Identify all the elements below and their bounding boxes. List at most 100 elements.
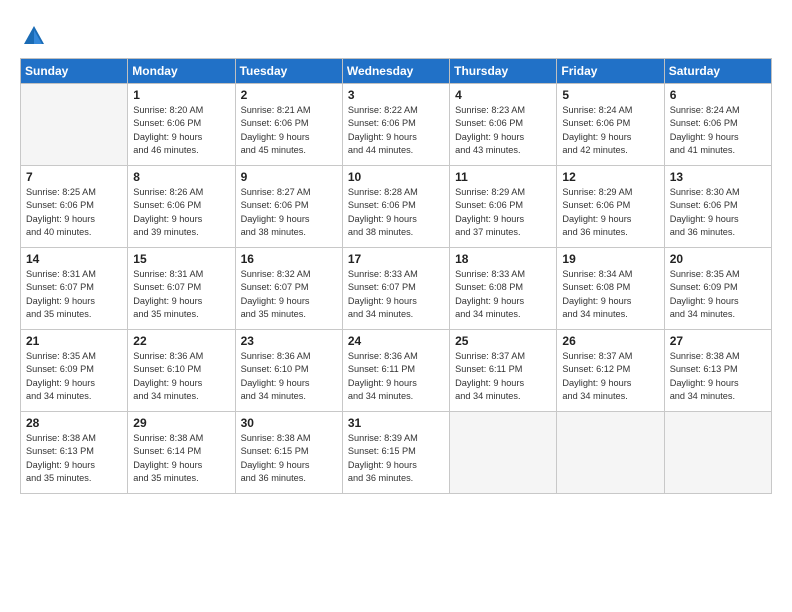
day-cell — [450, 412, 557, 494]
day-number: 9 — [241, 170, 337, 184]
day-cell: 8 Sunrise: 8:26 AMSunset: 6:06 PMDaylight… — [128, 166, 235, 248]
day-number: 25 — [455, 334, 551, 348]
day-cell: 30 Sunrise: 8:38 AMSunset: 6:15 PMDayligh… — [235, 412, 342, 494]
day-cell: 20 Sunrise: 8:35 AMSunset: 6:09 PMDayligh… — [664, 248, 771, 330]
day-info: Sunrise: 8:29 AMSunset: 6:06 PMDaylight:… — [562, 186, 658, 239]
day-info: Sunrise: 8:31 AMSunset: 6:07 PMDaylight:… — [133, 268, 229, 321]
day-cell: 6 Sunrise: 8:24 AMSunset: 6:06 PMDaylight… — [664, 84, 771, 166]
day-number: 27 — [670, 334, 766, 348]
day-cell: 9 Sunrise: 8:27 AMSunset: 6:06 PMDaylight… — [235, 166, 342, 248]
day-cell: 15 Sunrise: 8:31 AMSunset: 6:07 PMDayligh… — [128, 248, 235, 330]
day-cell: 22 Sunrise: 8:36 AMSunset: 6:10 PMDayligh… — [128, 330, 235, 412]
day-info: Sunrise: 8:36 AMSunset: 6:10 PMDaylight:… — [133, 350, 229, 403]
weekday-header-monday: Monday — [128, 59, 235, 84]
day-info: Sunrise: 8:36 AMSunset: 6:11 PMDaylight:… — [348, 350, 444, 403]
weekday-header-friday: Friday — [557, 59, 664, 84]
day-number: 22 — [133, 334, 229, 348]
day-info: Sunrise: 8:39 AMSunset: 6:15 PMDaylight:… — [348, 432, 444, 485]
day-cell: 1Sunrise: 8:20 AMSunset: 6:06 PMDaylight… — [128, 84, 235, 166]
week-row-1: 1Sunrise: 8:20 AMSunset: 6:06 PMDaylight… — [21, 84, 772, 166]
day-info: Sunrise: 8:38 AMSunset: 6:13 PMDaylight:… — [670, 350, 766, 403]
header — [20, 18, 772, 50]
day-info: Sunrise: 8:24 AMSunset: 6:06 PMDaylight:… — [670, 104, 766, 157]
day-number: 5 — [562, 88, 658, 102]
day-number: 18 — [455, 252, 551, 266]
day-cell: 24Sunrise: 8:36 AMSunset: 6:11 PMDayligh… — [342, 330, 449, 412]
day-number: 15 — [133, 252, 229, 266]
day-cell: 10 Sunrise: 8:28 AMSunset: 6:06 PMDayligh… — [342, 166, 449, 248]
day-cell: 23Sunrise: 8:36 AMSunset: 6:10 PMDayligh… — [235, 330, 342, 412]
day-cell: 13 Sunrise: 8:30 AMSunset: 6:06 PMDayligh… — [664, 166, 771, 248]
day-info: Sunrise: 8:33 AMSunset: 6:07 PMDaylight:… — [348, 268, 444, 321]
day-info: Sunrise: 8:23 AMSunset: 6:06 PMDaylight:… — [455, 104, 551, 157]
day-cell — [21, 84, 128, 166]
weekday-header-row: SundayMondayTuesdayWednesdayThursdayFrid… — [21, 59, 772, 84]
day-number: 12 — [562, 170, 658, 184]
day-info: Sunrise: 8:26 AMSunset: 6:06 PMDaylight:… — [133, 186, 229, 239]
day-number: 11 — [455, 170, 551, 184]
day-cell: 19 Sunrise: 8:34 AMSunset: 6:08 PMDayligh… — [557, 248, 664, 330]
day-info: Sunrise: 8:22 AMSunset: 6:06 PMDaylight:… — [348, 104, 444, 157]
day-cell: 14 Sunrise: 8:31 AMSunset: 6:07 PMDayligh… — [21, 248, 128, 330]
day-cell: 2 Sunrise: 8:21 AMSunset: 6:06 PMDaylight… — [235, 84, 342, 166]
day-cell: 17 Sunrise: 8:33 AMSunset: 6:07 PMDayligh… — [342, 248, 449, 330]
day-number: 13 — [670, 170, 766, 184]
page: SundayMondayTuesdayWednesdayThursdayFrid… — [0, 0, 792, 612]
calendar-table: SundayMondayTuesdayWednesdayThursdayFrid… — [20, 58, 772, 494]
day-cell: 27 Sunrise: 8:38 AMSunset: 6:13 PMDayligh… — [664, 330, 771, 412]
day-number: 28 — [26, 416, 122, 430]
day-info: Sunrise: 8:34 AMSunset: 6:08 PMDaylight:… — [562, 268, 658, 321]
day-number: 29 — [133, 416, 229, 430]
day-number: 30 — [241, 416, 337, 430]
week-row-4: 21 Sunrise: 8:35 AMSunset: 6:09 PMDayligh… — [21, 330, 772, 412]
day-info: Sunrise: 8:35 AMSunset: 6:09 PMDaylight:… — [670, 268, 766, 321]
day-number: 21 — [26, 334, 122, 348]
day-cell: 16Sunrise: 8:32 AMSunset: 6:07 PMDayligh… — [235, 248, 342, 330]
day-info: Sunrise: 8:35 AMSunset: 6:09 PMDaylight:… — [26, 350, 122, 403]
day-number: 26 — [562, 334, 658, 348]
day-cell: 11Sunrise: 8:29 AMSunset: 6:06 PMDayligh… — [450, 166, 557, 248]
day-number: 14 — [26, 252, 122, 266]
day-number: 31 — [348, 416, 444, 430]
day-number: 10 — [348, 170, 444, 184]
day-number: 7 — [26, 170, 122, 184]
day-info: Sunrise: 8:30 AMSunset: 6:06 PMDaylight:… — [670, 186, 766, 239]
day-cell: 29 Sunrise: 8:38 AMSunset: 6:14 PMDayligh… — [128, 412, 235, 494]
logo-icon — [20, 22, 48, 50]
day-info: Sunrise: 8:28 AMSunset: 6:06 PMDaylight:… — [348, 186, 444, 239]
day-cell: 28 Sunrise: 8:38 AMSunset: 6:13 PMDayligh… — [21, 412, 128, 494]
day-cell: 12 Sunrise: 8:29 AMSunset: 6:06 PMDayligh… — [557, 166, 664, 248]
day-cell: 31 Sunrise: 8:39 AMSunset: 6:15 PMDayligh… — [342, 412, 449, 494]
day-cell: 5Sunrise: 8:24 AMSunset: 6:06 PMDaylight… — [557, 84, 664, 166]
day-number: 20 — [670, 252, 766, 266]
weekday-header-thursday: Thursday — [450, 59, 557, 84]
day-info: Sunrise: 8:38 AMSunset: 6:15 PMDaylight:… — [241, 432, 337, 485]
day-info: Sunrise: 8:37 AMSunset: 6:12 PMDaylight:… — [562, 350, 658, 403]
day-info: Sunrise: 8:27 AMSunset: 6:06 PMDaylight:… — [241, 186, 337, 239]
day-cell: 7Sunrise: 8:25 AMSunset: 6:06 PMDaylight… — [21, 166, 128, 248]
day-number: 19 — [562, 252, 658, 266]
day-cell: 18 Sunrise: 8:33 AMSunset: 6:08 PMDayligh… — [450, 248, 557, 330]
day-info: Sunrise: 8:37 AMSunset: 6:11 PMDaylight:… — [455, 350, 551, 403]
day-info: Sunrise: 8:21 AMSunset: 6:06 PMDaylight:… — [241, 104, 337, 157]
day-cell: 26 Sunrise: 8:37 AMSunset: 6:12 PMDayligh… — [557, 330, 664, 412]
day-number: 17 — [348, 252, 444, 266]
day-number: 3 — [348, 88, 444, 102]
day-number: 1 — [133, 88, 229, 102]
day-number: 23 — [241, 334, 337, 348]
day-info: Sunrise: 8:31 AMSunset: 6:07 PMDaylight:… — [26, 268, 122, 321]
day-info: Sunrise: 8:32 AMSunset: 6:07 PMDaylight:… — [241, 268, 337, 321]
weekday-header-tuesday: Tuesday — [235, 59, 342, 84]
day-info: Sunrise: 8:33 AMSunset: 6:08 PMDaylight:… — [455, 268, 551, 321]
day-number: 8 — [133, 170, 229, 184]
day-info: Sunrise: 8:38 AMSunset: 6:13 PMDaylight:… — [26, 432, 122, 485]
day-number: 2 — [241, 88, 337, 102]
weekday-header-saturday: Saturday — [664, 59, 771, 84]
day-cell: 25 Sunrise: 8:37 AMSunset: 6:11 PMDayligh… — [450, 330, 557, 412]
day-info: Sunrise: 8:38 AMSunset: 6:14 PMDaylight:… — [133, 432, 229, 485]
day-cell: 3 Sunrise: 8:22 AMSunset: 6:06 PMDaylight… — [342, 84, 449, 166]
day-number: 6 — [670, 88, 766, 102]
day-cell — [557, 412, 664, 494]
day-cell: 4Sunrise: 8:23 AMSunset: 6:06 PMDaylight… — [450, 84, 557, 166]
weekday-header-wednesday: Wednesday — [342, 59, 449, 84]
